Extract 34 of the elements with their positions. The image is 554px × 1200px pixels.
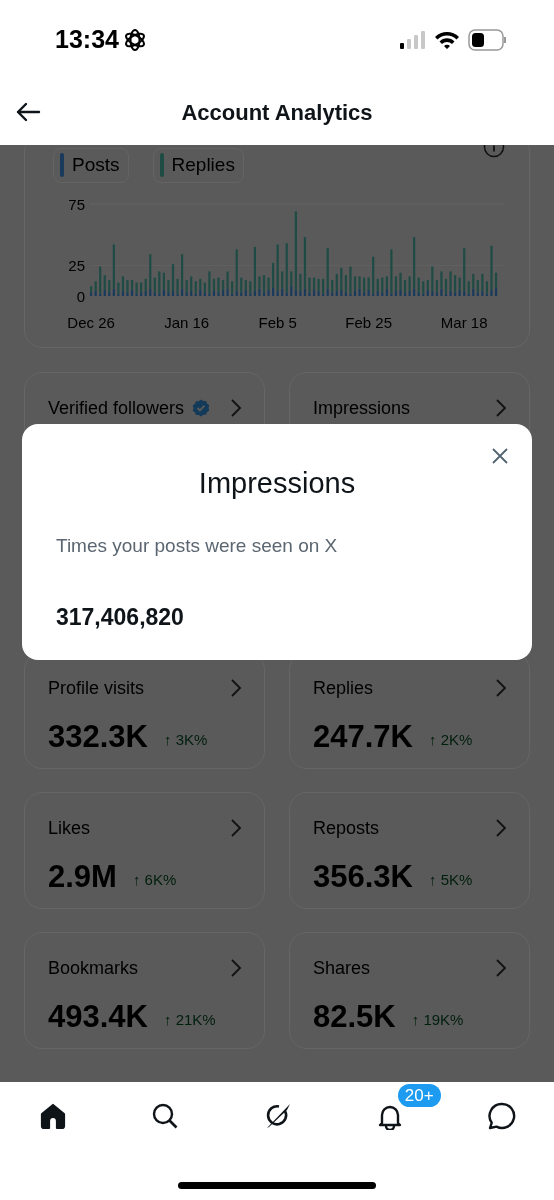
metric-change: ↑ 5K% (428, 869, 473, 890)
metric-value: 332.3K (48, 717, 148, 756)
metric-label: Verified followers (48, 396, 185, 420)
axis-label: Feb 5 (258, 313, 297, 331)
axis-label: Dec 26 (67, 313, 115, 331)
metric-change: ↑ 21K% (163, 1009, 216, 1030)
metric-label: Profile visits (48, 676, 145, 700)
metric-value: 2.9M (48, 857, 117, 896)
axis-label: 75 (68, 195, 85, 213)
status-time: 13:34 (55, 24, 119, 56)
metric-change: ↑ 3K% (163, 729, 208, 750)
metric-change: ↑ 19K% (411, 1009, 464, 1030)
metric-value: 356.3K (313, 857, 413, 896)
metric-value: 493.4K (48, 997, 148, 1036)
dialog-value: 317,406,820 (56, 603, 185, 632)
axis-label: Feb 25 (345, 313, 392, 331)
metric-label: Likes (48, 816, 91, 840)
metric-label: Reposts (313, 816, 380, 840)
metric-change: ↑ 2K% (428, 729, 473, 750)
axis-label: 25 (68, 256, 85, 274)
metric-change: ↑ 6K% (132, 869, 177, 890)
dialog-title: Impressions (197, 466, 357, 501)
metric-value: 247.7K (313, 717, 413, 756)
notification-badge: 20+ (397, 1084, 441, 1107)
axis-label: 0 (76, 287, 85, 305)
axis-label: Jan 16 (164, 313, 210, 331)
metric-label: Impressions (313, 396, 411, 420)
metric-value: 82.5K (313, 997, 396, 1036)
metric-label: Bookmarks (48, 956, 139, 980)
axis-label: Mar 18 (440, 313, 488, 331)
metric-label: Replies (313, 676, 374, 700)
metric-label: Shares (313, 956, 371, 980)
dialog-description: Times your posts were seen on X (56, 533, 339, 558)
page-title: Account Analytics (181, 99, 373, 127)
